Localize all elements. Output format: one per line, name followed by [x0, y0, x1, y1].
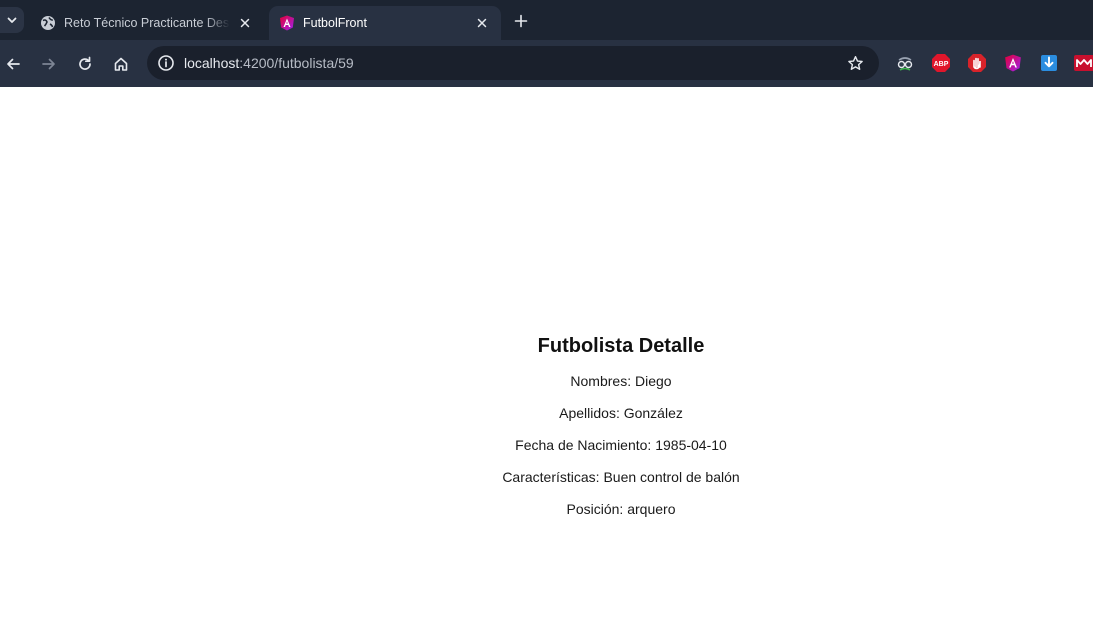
tab-title: FutbolFront	[303, 16, 367, 30]
browser-toolbar: localhost:4200/futbolista/59 ABP	[0, 40, 1093, 87]
download-icon[interactable]	[1039, 53, 1059, 73]
tab-strip: Reto Técnico Practicante Desarrollo Futb…	[0, 0, 1093, 40]
tab-title: Reto Técnico Practicante Desarrollo	[64, 16, 230, 30]
chevron-down-icon	[7, 17, 17, 23]
plus-icon	[514, 14, 528, 28]
reload-button[interactable]	[72, 51, 98, 77]
forward-button[interactable]	[36, 51, 62, 77]
page-title: Futbolista Detalle	[537, 335, 705, 357]
url-host: localhost	[184, 55, 240, 71]
field-fecha-nacimiento: Fecha de Nacimiento: 1985-04-10	[441, 436, 801, 454]
field-posicion: Posición: arquero	[441, 500, 801, 518]
back-button[interactable]	[0, 51, 26, 77]
adblock-plus-icon[interactable]: ABP	[931, 53, 951, 73]
field-label: Nombres:	[570, 373, 632, 389]
stop-hand-icon[interactable]	[967, 53, 987, 73]
angular-devtools-icon[interactable]	[1003, 53, 1023, 73]
globe-icon	[40, 15, 56, 31]
field-label: Apellidos:	[559, 405, 620, 421]
arrow-left-icon	[7, 58, 20, 70]
mendeley-icon[interactable]	[1074, 53, 1093, 73]
field-label: Posición:	[566, 501, 624, 517]
reload-icon	[79, 56, 91, 70]
address-bar[interactable]: localhost:4200/futbolista/59	[147, 46, 879, 80]
arrow-right-icon	[42, 58, 55, 70]
futbolista-detail: Futbolista Detalle Nombres: Diego Apelli…	[441, 335, 801, 532]
url-path: :4200/futbolista/59	[239, 55, 354, 71]
close-icon[interactable]	[473, 14, 491, 32]
spy-glasses-icon[interactable]	[895, 53, 915, 73]
angular-icon	[279, 15, 295, 31]
home-button[interactable]	[108, 51, 134, 77]
new-tab-button[interactable]	[509, 9, 533, 33]
url-text[interactable]: localhost:4200/futbolista/59	[184, 55, 354, 71]
field-apellidos: Apellidos: González	[441, 404, 801, 422]
field-value: González	[623, 405, 683, 421]
site-info-icon[interactable]	[155, 52, 177, 74]
tab-futbolfront[interactable]: FutbolFront	[269, 6, 501, 40]
tab-search-button[interactable]	[0, 7, 24, 33]
field-value: arquero	[627, 501, 676, 517]
home-icon	[114, 57, 128, 71]
field-label: Características:	[502, 469, 600, 485]
svg-text:ABP: ABP	[934, 61, 949, 68]
field-label: Fecha de Nacimiento:	[515, 437, 652, 453]
field-nombres: Nombres: Diego	[441, 372, 801, 390]
field-value: 1985-04-10	[655, 437, 727, 453]
field-value: Diego	[634, 373, 672, 389]
field-value: Buen control de balón	[603, 469, 740, 485]
page-content: Futbolista Detalle Nombres: Diego Apelli…	[0, 87, 1093, 633]
tab-reto-tecnico[interactable]: Reto Técnico Practicante Desarrollo	[30, 6, 264, 40]
close-icon[interactable]	[236, 14, 254, 32]
bookmark-star-icon[interactable]	[845, 53, 865, 73]
field-caracteristicas: Características: Buen control de balón	[441, 468, 801, 486]
